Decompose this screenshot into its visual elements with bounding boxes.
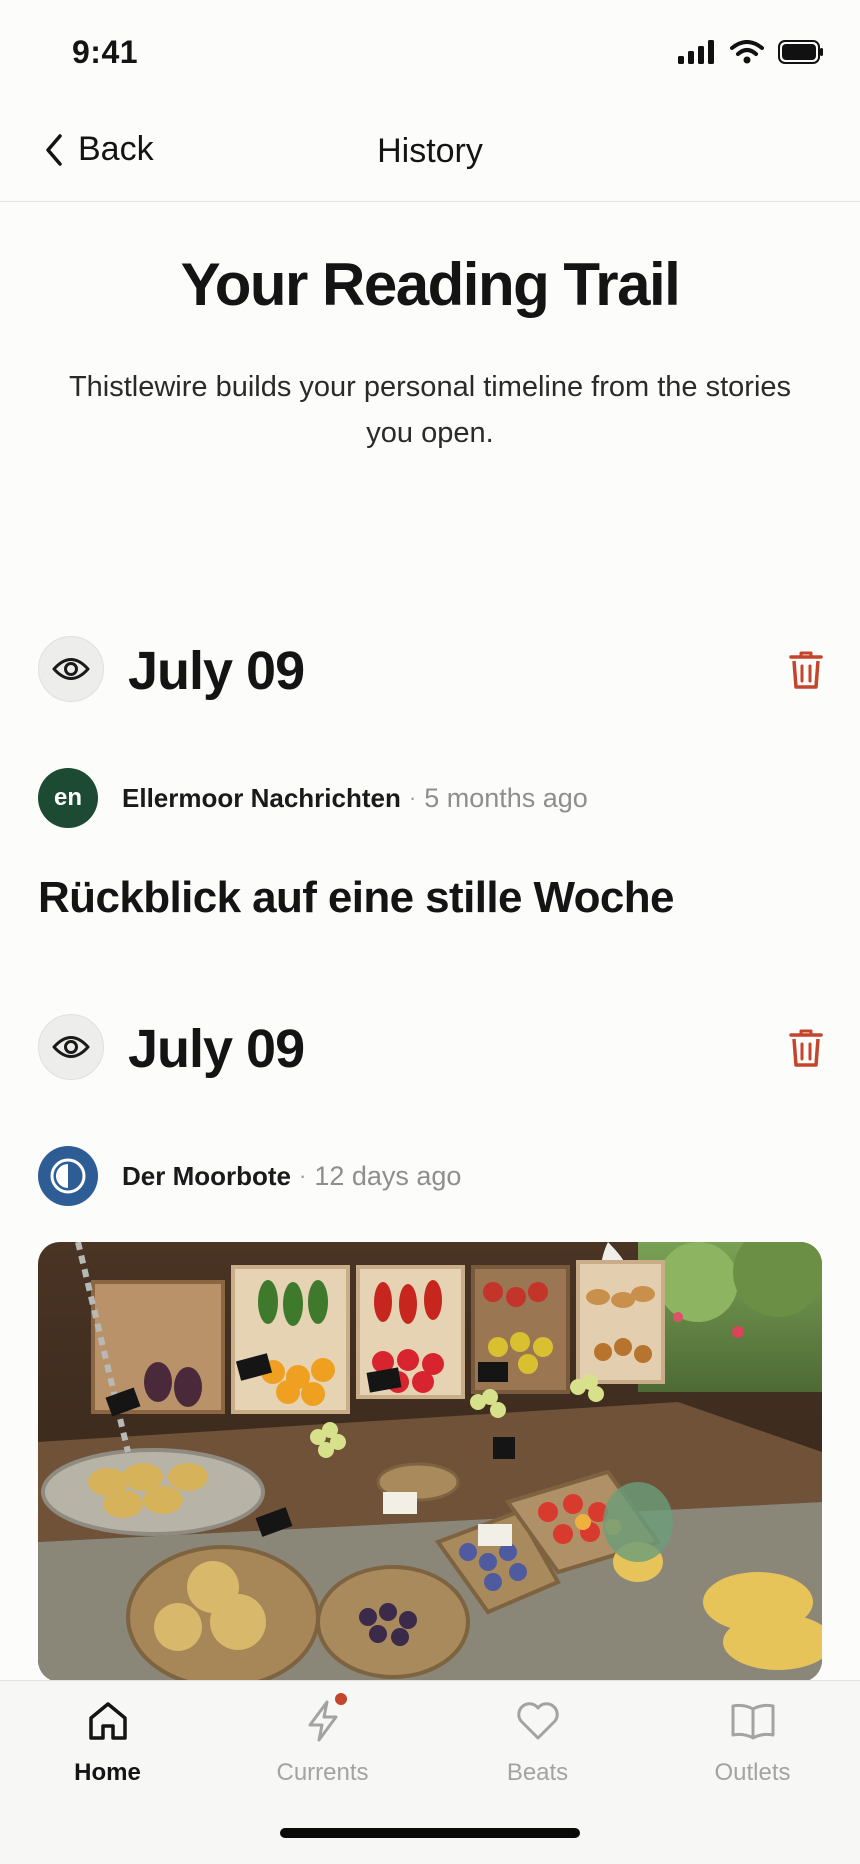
cellular-signal-icon xyxy=(678,40,714,64)
source-row[interactable]: en Ellermoor Nachrichten · 5 months ago xyxy=(38,768,588,828)
tab-label: Outlets xyxy=(714,1759,791,1786)
market-produce-photo xyxy=(38,1242,822,1682)
wifi-icon xyxy=(730,40,764,64)
tab-outlets[interactable]: Outlets xyxy=(645,1695,860,1815)
source-row[interactable]: Der Moorbote · 12 days ago xyxy=(38,1146,461,1206)
separator-dot: · xyxy=(299,1163,307,1188)
day-header: July 09 xyxy=(38,636,828,704)
day-header: July 09 xyxy=(38,1014,828,1082)
nav-bar: Back History xyxy=(0,100,860,202)
heart-icon xyxy=(516,1702,559,1740)
viewed-badge xyxy=(38,1014,104,1080)
battery-icon xyxy=(778,40,823,64)
home-icon xyxy=(88,1702,127,1740)
separator-dot: · xyxy=(408,785,417,810)
source-time: 12 days ago xyxy=(314,1160,462,1191)
moorbote-logo-icon xyxy=(50,1158,86,1194)
eye-icon xyxy=(52,1036,90,1058)
lightning-icon-wrap xyxy=(297,1691,349,1747)
status-bar: 9:41 xyxy=(0,0,860,100)
trash-icon xyxy=(789,1029,823,1067)
heart-icon-wrap xyxy=(512,1695,564,1747)
nav-title: History xyxy=(377,132,483,170)
page-title: Your Reading Trail xyxy=(180,251,681,318)
trash-icon xyxy=(789,651,823,689)
page-subtitle: Thistlewire builds your personal timelin… xyxy=(68,371,792,449)
article-image[interactable] xyxy=(38,1242,822,1682)
day-label: July 09 xyxy=(128,1019,305,1079)
delete-entry-button[interactable] xyxy=(784,1026,828,1070)
home-indicator xyxy=(280,1828,580,1838)
tab-home[interactable]: Home xyxy=(0,1695,215,1815)
status-time: 9:41 xyxy=(72,34,139,70)
tab-label: Currents xyxy=(276,1759,369,1786)
source-name: Der Moorbote xyxy=(122,1160,291,1191)
viewed-badge xyxy=(38,636,104,702)
source-name: Ellermoor Nachrichten xyxy=(122,782,401,813)
source-avatar: en xyxy=(38,768,98,828)
book-icon-wrap xyxy=(727,1695,779,1747)
eye-icon xyxy=(52,658,90,680)
status-icons xyxy=(678,40,824,64)
tab-label: Home xyxy=(74,1759,141,1786)
tab-label: Beats xyxy=(506,1759,569,1786)
source-avatar xyxy=(38,1146,98,1206)
article-headline[interactable]: Rückblick auf eine stille Woche xyxy=(38,870,828,926)
tab-beats[interactable]: Beats xyxy=(430,1695,645,1815)
tab-currents[interactable]: Currents xyxy=(215,1691,430,1815)
notification-dot xyxy=(332,1691,349,1707)
delete-entry-button[interactable] xyxy=(784,648,828,692)
source-time: 5 months ago xyxy=(424,782,588,813)
book-icon xyxy=(731,1703,774,1740)
home-icon-wrap xyxy=(82,1695,134,1747)
day-label: July 09 xyxy=(128,641,305,701)
